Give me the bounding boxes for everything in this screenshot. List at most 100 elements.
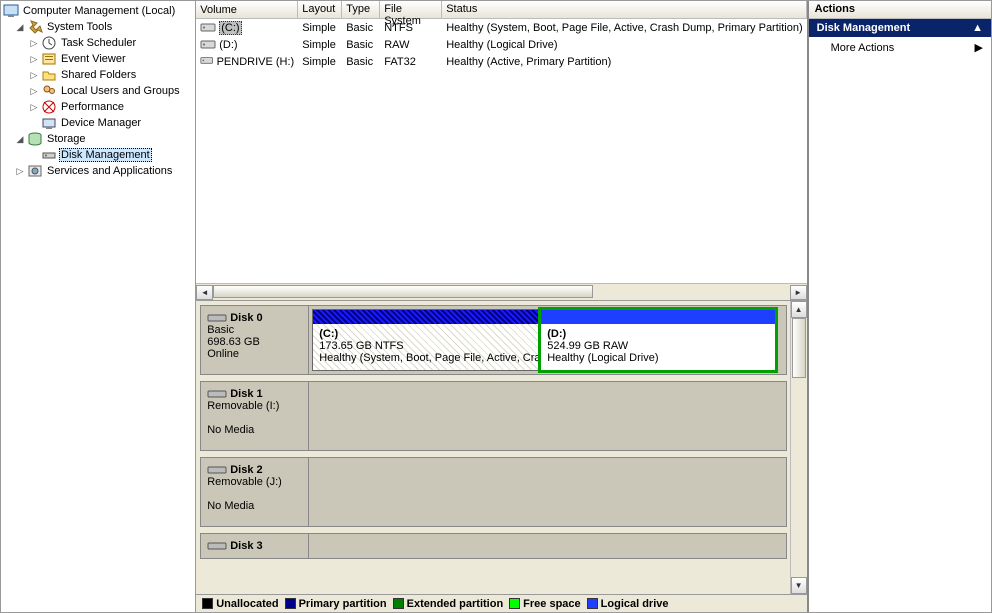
tree-services[interactable]: ▷ Services and Applications <box>1 163 195 179</box>
disk-name: Disk 3 <box>230 540 262 552</box>
tree-root[interactable]: Computer Management (Local) <box>1 3 195 19</box>
expander-icon[interactable]: ▷ <box>29 70 39 81</box>
tools-icon <box>27 19 43 35</box>
scroll-left-button[interactable]: ◄ <box>196 285 213 300</box>
tree-disk-management[interactable]: ▷Disk Management <box>1 147 195 163</box>
computer-mgmt-icon <box>3 3 19 19</box>
disk-type: Removable (I:) <box>207 400 302 412</box>
volume-table-header: Volume Layout Type File System Status <box>196 1 806 19</box>
table-row[interactable]: (C:)SimpleBasicNTFSHealthy (System, Boot… <box>196 19 806 36</box>
vertical-scrollbar[interactable]: ▲ ▼ <box>790 301 807 594</box>
expander-icon[interactable]: ◢ <box>15 134 25 145</box>
tree-label: Shared Folders <box>59 69 138 81</box>
tree-device-manager[interactable]: ▷Device Manager <box>1 115 195 131</box>
cell-filesystem: RAW <box>380 38 442 52</box>
tree-label: Local Users and Groups <box>59 85 182 97</box>
disk-row[interactable]: Disk 2Removable (J:)No Media <box>200 457 786 527</box>
swatch-icon <box>285 598 296 609</box>
table-row[interactable]: (D:)SimpleBasicRAWHealthy (Logical Drive… <box>196 36 806 53</box>
tree-label: Task Scheduler <box>59 37 138 49</box>
disk-size: 698.63 GB <box>207 336 302 348</box>
disk-icon <box>207 313 227 323</box>
expander-icon[interactable]: ▷ <box>29 102 39 113</box>
partition-title: (C:) <box>319 328 338 340</box>
tree-label: System Tools <box>45 21 114 33</box>
scroll-right-button[interactable]: ► <box>790 285 807 300</box>
drive-icon <box>200 55 213 68</box>
actions-header: Actions <box>809 1 991 19</box>
shared-folders-icon <box>41 67 57 83</box>
tree-root-label: Computer Management (Local) <box>21 5 177 17</box>
volume-name: (D:) <box>219 39 237 51</box>
tree-label: Services and Applications <box>45 165 174 177</box>
disk-row[interactable]: Disk 1Removable (I:)No Media <box>200 381 786 451</box>
cell-status: Healthy (System, Boot, Page File, Active… <box>442 21 806 35</box>
graphical-disk-pane: Disk 0Basic698.63 GBOnline(C:)173.65 GB … <box>196 301 806 612</box>
partition[interactable]: (C:)173.65 GB NTFSHealthy (System, Boot,… <box>312 309 540 371</box>
column-header-layout[interactable]: Layout <box>298 1 342 18</box>
tree-local-users[interactable]: ▷ Local Users and Groups <box>1 83 195 99</box>
actions-more-actions[interactable]: More Actions ▶ <box>809 37 991 58</box>
partitions <box>309 458 785 526</box>
expander-icon[interactable]: ▷ <box>29 86 39 97</box>
tree-shared-folders[interactable]: ▷ Shared Folders <box>1 67 195 83</box>
column-header-filesystem[interactable]: File System <box>380 1 442 18</box>
cell-layout: Simple <box>298 55 342 69</box>
scroll-up-button[interactable]: ▲ <box>791 301 807 318</box>
expander-icon[interactable]: ◢ <box>15 22 25 33</box>
cell-layout: Simple <box>298 21 342 35</box>
actions-section-disk-management[interactable]: Disk Management ▲ <box>809 19 991 37</box>
tree-system-tools[interactable]: ◢ System Tools <box>1 19 195 35</box>
expander-icon[interactable]: ▷ <box>29 38 39 49</box>
cell-status: Healthy (Active, Primary Partition) <box>442 55 806 69</box>
partitions: (C:)173.65 GB NTFSHealthy (System, Boot,… <box>309 306 785 374</box>
column-header-status[interactable]: Status <box>442 1 806 18</box>
legend-logical: Logical drive <box>587 598 669 610</box>
disk-name: Disk 1 <box>230 388 262 400</box>
disk-type: Removable (J:) <box>207 476 302 488</box>
device-manager-icon <box>41 115 57 131</box>
tree-task-scheduler[interactable]: ▷ Task Scheduler <box>1 35 195 51</box>
tree-label: Performance <box>59 101 126 113</box>
tree-event-viewer[interactable]: ▷ Event Viewer <box>1 51 195 67</box>
legend-free: Free space <box>509 598 580 610</box>
legend-bar: Unallocated Primary partition Extended p… <box>196 594 806 612</box>
partition-header <box>541 310 775 324</box>
disk-icon <box>207 465 227 475</box>
partition[interactable]: (D:)524.99 GB RAWHealthy (Logical Drive) <box>540 309 776 371</box>
actions-item-label: More Actions <box>831 42 895 54</box>
legend-label: Free space <box>523 598 580 610</box>
storage-icon <box>27 131 43 147</box>
partition-status: Healthy (System, Boot, Page File, Active… <box>319 352 539 364</box>
scroll-down-button[interactable]: ▼ <box>791 577 807 594</box>
disk-row[interactable]: Disk 0Basic698.63 GBOnline(C:)173.65 GB … <box>200 305 786 375</box>
tree-label: Event Viewer <box>59 53 128 65</box>
tree-performance[interactable]: ▷ Performance <box>1 99 195 115</box>
navigation-tree: Computer Management (Local) ◢ System Too… <box>1 1 196 612</box>
users-icon <box>41 83 57 99</box>
expander-icon[interactable]: ▷ <box>15 166 25 177</box>
column-header-type[interactable]: Type <box>342 1 380 18</box>
tree-label: Storage <box>45 133 88 145</box>
disk-status: No Media <box>207 500 302 512</box>
disk-row[interactable]: Disk 3 <box>200 533 786 559</box>
column-header-volume[interactable]: Volume <box>196 1 298 18</box>
scroll-thumb[interactable] <box>792 318 806 378</box>
partition-status: Healthy (Logical Drive) <box>547 352 658 364</box>
scroll-thumb[interactable] <box>213 285 593 298</box>
scroll-track[interactable] <box>213 285 789 300</box>
partition-header <box>313 310 539 324</box>
legend-label: Extended partition <box>407 598 504 610</box>
partition-size: 173.65 GB NTFS <box>319 340 403 352</box>
table-row[interactable]: PENDRIVE (H:)SimpleBasicFAT32Healthy (Ac… <box>196 53 806 70</box>
tree-label: Disk Management <box>59 148 152 162</box>
partitions <box>309 534 785 558</box>
cell-type: Basic <box>342 38 380 52</box>
tree-storage[interactable]: ◢ Storage <box>1 131 195 147</box>
expander-icon[interactable]: ▷ <box>29 54 39 65</box>
cell-filesystem: NTFS <box>380 21 442 35</box>
scroll-track[interactable] <box>791 318 807 577</box>
volume-list-pane: Volume Layout Type File System Status (C… <box>196 1 806 301</box>
horizontal-scrollbar[interactable]: ◄ ► <box>196 283 806 300</box>
swatch-icon <box>509 598 520 609</box>
